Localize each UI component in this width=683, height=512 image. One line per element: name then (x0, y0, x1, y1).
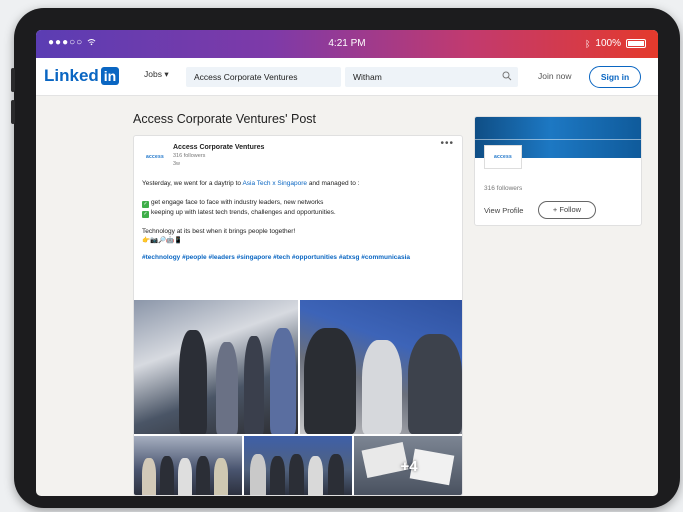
person-figure (196, 456, 210, 495)
check-icon: ✓ (142, 210, 149, 218)
location-search-input[interactable]: Witham (345, 67, 518, 87)
logo-text: Linked (44, 66, 99, 85)
bullet-1-text: get engage face to face with industry le… (151, 198, 324, 206)
person-figure (308, 456, 323, 495)
person-figure (270, 456, 285, 495)
top-nav: Linked in Jobs ▾ Access Corporate Ventur… (36, 58, 658, 96)
bullet-2-text: keeping up with latest tech trends, chal… (151, 208, 336, 216)
company-logo[interactable]: access (484, 145, 522, 169)
emoji-row: 👉📷🔎🤖📱 (142, 237, 183, 244)
person-figure (250, 454, 266, 495)
post-line-1-end: and managed to : (307, 180, 360, 187)
keyword-search-input[interactable]: Access Corporate Ventures (186, 67, 341, 87)
check-icon: ✓ (142, 200, 149, 208)
company-side-card: access 316 followers View Profile + Foll… (474, 116, 642, 226)
join-now-link[interactable]: Join now (538, 71, 572, 81)
status-time: 4:21 PM (328, 38, 366, 49)
person-figure (270, 328, 296, 434)
volume-up-button (11, 68, 15, 92)
post-card: access Access Corporate Ventures 316 fol… (133, 135, 463, 496)
status-bar: ●●●○○ 4:21 PM ᛒ 100% (36, 30, 658, 58)
post-age: 3w (173, 161, 181, 167)
screen: ●●●○○ 4:21 PM ᛒ 100% Linked in Jobs ▾ Ac… (36, 30, 658, 496)
tablet-frame: ●●●○○ 4:21 PM ᛒ 100% Linked in Jobs ▾ Ac… (11, 8, 680, 508)
company-avatar[interactable]: access (142, 144, 168, 170)
search-icon[interactable] (502, 71, 512, 81)
battery-percent: 100% (595, 38, 621, 49)
post-closing: Technology at its best when it brings pe… (142, 227, 296, 235)
location-value: Witham (353, 72, 382, 82)
volume-down-button (11, 100, 15, 124)
photo-2[interactable] (300, 300, 462, 434)
photo-4[interactable] (244, 436, 352, 495)
status-right: ᛒ 100% (585, 38, 646, 49)
person-figure (179, 330, 207, 434)
person-figure (244, 336, 264, 434)
battery-icon (626, 39, 646, 48)
person-figure (214, 458, 228, 495)
bluetooth-icon: ᛒ (585, 38, 591, 49)
post-company-name[interactable]: Access Corporate Ventures (173, 144, 264, 151)
page-title: Access Corporate Ventures' Post (133, 112, 317, 126)
more-options-icon[interactable]: ••• (440, 138, 454, 149)
person-figure (362, 340, 402, 434)
hashtags[interactable]: #technology #people #leaders #singapore … (142, 253, 458, 263)
person-figure (142, 458, 156, 495)
more-photos-count[interactable]: +4 (354, 458, 462, 475)
person-figure (408, 334, 462, 434)
bullet-1: ✓ get engage face to face with industry l… (142, 198, 458, 208)
photo-5[interactable]: +4 (354, 436, 462, 495)
company-logo-text: access (146, 154, 164, 160)
person-figure (216, 342, 238, 434)
linkedin-logo[interactable]: Linked in (44, 66, 120, 86)
person-figure (328, 454, 344, 495)
post-body: Yesterday, we went for a daytrip to Asia… (142, 179, 458, 262)
person-figure (289, 454, 304, 495)
person-figure (178, 458, 192, 495)
photo-1[interactable] (134, 300, 298, 434)
photo-grid: +4 (134, 300, 462, 495)
side-card-followers: 316 followers (484, 185, 523, 192)
follow-button[interactable]: + Follow (538, 201, 596, 219)
post-line-1-text: Yesterday, we went for a daytrip to (142, 180, 243, 187)
sign-in-button[interactable]: Sign in (589, 66, 641, 88)
event-link[interactable]: Asia Tech x Singapore (242, 180, 307, 187)
photo-3[interactable] (134, 436, 242, 495)
person-figure (304, 328, 356, 434)
bullet-2: ✓ keeping up with latest tech trends, cha… (142, 208, 458, 218)
company-logo-text: access (494, 154, 512, 160)
logo-in-badge: in (100, 67, 120, 85)
post-followers: 316 followers (173, 153, 206, 159)
jobs-dropdown[interactable]: Jobs ▾ (144, 69, 169, 80)
post-line-1: Yesterday, we went for a daytrip to Asia… (142, 179, 458, 189)
view-profile-link[interactable]: View Profile (484, 206, 523, 215)
person-figure (160, 456, 174, 495)
